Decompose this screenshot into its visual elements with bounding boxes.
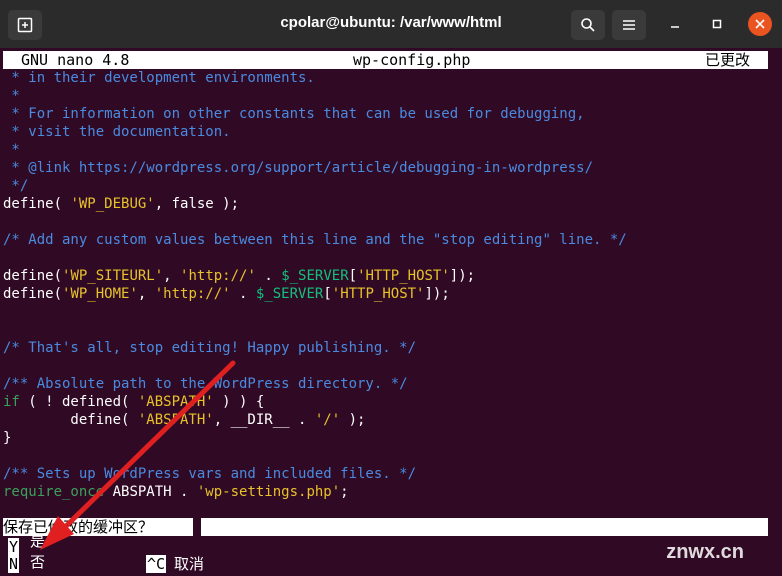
- code-token: ,: [137, 286, 155, 302]
- maximize-button[interactable]: [705, 12, 729, 36]
- code-token: $_SERVER: [281, 268, 349, 284]
- option-yes[interactable]: Y: [8, 538, 20, 556]
- code-token: 'WP_HOME': [62, 286, 138, 302]
- code-token: '/': [314, 412, 341, 428]
- code-token: if: [3, 394, 20, 410]
- code-line: }: [3, 429, 627, 447]
- option-cancel-label: 取消: [174, 555, 205, 573]
- code-token: 'HTTP_HOST': [331, 286, 425, 302]
- nano-header-bar: GNU nano 4.8 wp-config.php 已更改: [3, 51, 768, 69]
- menu-button[interactable]: [612, 10, 646, 40]
- code-token: /* Add any custom values between this li…: [3, 232, 627, 248]
- code-line: * in their development environments.: [3, 69, 627, 87]
- code-token: require_once: [3, 484, 105, 500]
- code-token: .: [230, 286, 256, 302]
- code-token: */: [3, 178, 29, 194]
- code-token: $_SERVER: [255, 286, 324, 302]
- yes-key: Y: [8, 538, 20, 556]
- no-key: N: [8, 555, 20, 573]
- code-line: require_once ABSPATH . 'wp-settings.php'…: [3, 483, 627, 501]
- code-token: [: [348, 268, 358, 284]
- code-line: define('WP_HOME', 'http://' . $_SERVER['…: [3, 285, 627, 303]
- code-token: /** Absolute path to the WordPress direc…: [3, 376, 408, 392]
- code-token: define(: [3, 268, 63, 284]
- code-line: /* That's all, stop editing! Happy publi…: [3, 339, 627, 357]
- code-token: ABSPATH .: [104, 484, 197, 500]
- code-token: ) ) {: [213, 394, 265, 410]
- close-icon: [755, 19, 765, 29]
- code-line: * visit the documentation.: [3, 123, 627, 141]
- code-line: /* Add any custom values between this li…: [3, 231, 627, 249]
- code-token: ;: [340, 484, 349, 500]
- code-line: * For information on other constants tha…: [3, 105, 627, 123]
- code-token: [: [323, 286, 332, 302]
- maximize-icon: [712, 19, 722, 29]
- minimize-button[interactable]: [663, 12, 687, 36]
- code-token: 'http://': [154, 286, 231, 302]
- code-token: 'WP_DEBUG': [70, 196, 155, 212]
- nano-version: GNU nano 4.8: [21, 51, 130, 69]
- nano-modified-status: 已更改: [704, 51, 750, 69]
- watermark: znwx.cn: [666, 541, 744, 563]
- code-token: /* That's all, stop editing! Happy publi…: [3, 340, 417, 356]
- option-cancel[interactable]: ^C: [146, 555, 167, 573]
- search-button[interactable]: [571, 10, 605, 40]
- code-token: * For information on other constants tha…: [3, 106, 585, 122]
- nano-filename: wp-config.php: [353, 51, 471, 69]
- cancel-key: ^C: [146, 555, 167, 573]
- menu-icon: [623, 20, 635, 30]
- code-token: * in their development environments.: [3, 70, 315, 86]
- code-token: );: [340, 412, 366, 428]
- code-token: , __DIR__ .: [213, 412, 315, 428]
- code-line: *: [3, 87, 627, 105]
- code-token: define(: [3, 196, 71, 212]
- code-line: */: [3, 177, 627, 195]
- code-token: *: [3, 142, 20, 158]
- code-token: 'HTTP_HOST': [357, 268, 450, 284]
- minimize-icon: [671, 26, 679, 28]
- close-button[interactable]: [748, 12, 772, 36]
- code-line: /** Absolute path to the WordPress direc…: [3, 375, 627, 393]
- code-line: /** Sets up WordPress vars and included …: [3, 465, 627, 483]
- code-line: define('WP_SITEURL', 'http://' . $_SERVE…: [3, 267, 627, 285]
- code-token: 'ABSPATH': [137, 412, 214, 428]
- code-token: 'wp-settings.php': [196, 484, 341, 500]
- search-icon: [581, 18, 595, 32]
- code-token: .: [255, 268, 282, 284]
- code-token: /** Sets up WordPress vars and included …: [3, 466, 417, 482]
- code-token: 'ABSPATH': [137, 394, 214, 410]
- code-line: define( 'WP_DEBUG', false );: [3, 195, 627, 213]
- code-token: define(: [3, 412, 138, 428]
- terminal-area[interactable]: GNU nano 4.8 wp-config.php 已更改 * in thei…: [0, 48, 782, 576]
- code-token: ( ! defined(: [19, 394, 138, 410]
- code-token: ,: [163, 268, 181, 284]
- code-token: , false );: [154, 196, 240, 212]
- title-bar: cpolar@ubuntu: /var/www/html: [0, 0, 782, 48]
- code-token: 'http://': [180, 268, 256, 284]
- editor-content[interactable]: * in their development environments. * *…: [3, 69, 627, 501]
- code-token: * @link https://wordpress.org/support/ar…: [3, 160, 594, 176]
- code-token: * visit the documentation.: [3, 124, 231, 140]
- code-line: *: [3, 141, 627, 159]
- code-token: 'WP_SITEURL': [62, 268, 164, 284]
- code-token: }: [3, 430, 12, 446]
- option-yes-label: 是: [30, 532, 46, 550]
- option-no-label: 否: [30, 553, 46, 571]
- code-token: ]);: [449, 268, 476, 284]
- code-token: *: [3, 88, 20, 104]
- option-no[interactable]: N: [8, 555, 20, 573]
- code-token: ]);: [424, 286, 450, 302]
- code-line: * @link https://wordpress.org/support/ar…: [3, 159, 627, 177]
- code-line: if ( ! defined( 'ABSPATH' ) ) {: [3, 393, 627, 411]
- prompt-input[interactable]: [201, 518, 768, 536]
- code-token: define(: [3, 286, 63, 302]
- code-line: define( 'ABSPATH', __DIR__ . '/' );: [3, 411, 627, 429]
- save-prompt: 保存已修改的缓冲区？: [3, 518, 768, 536]
